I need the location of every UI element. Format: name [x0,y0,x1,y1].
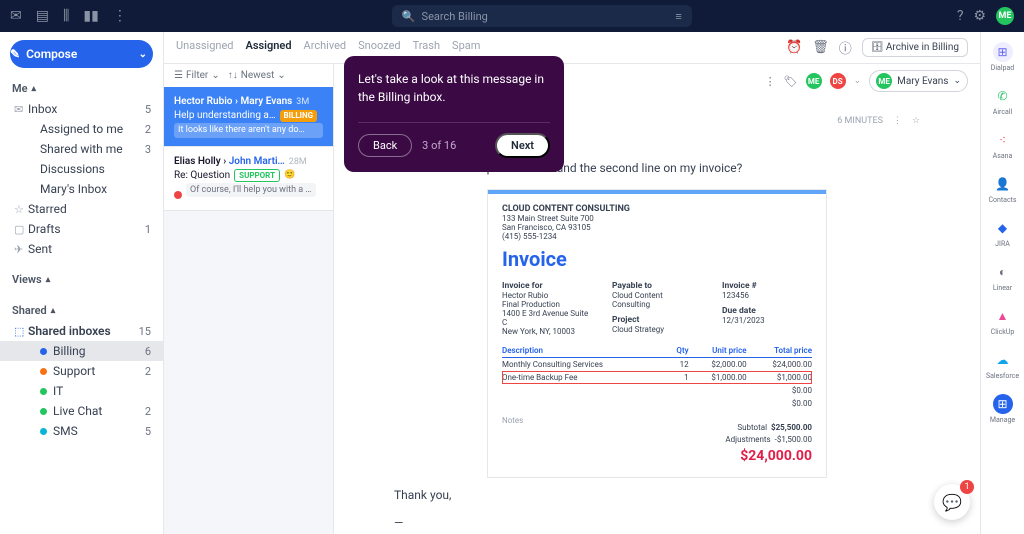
info-icon[interactable]: ⓘ [839,38,852,57]
dot-icon [40,408,47,415]
assignee-chip[interactable]: ME Mary Evans ⌄ [869,70,968,92]
sidebar: ✎ Compose ⌄ Me ▴ ✉Inbox5 Assigned to me2… [0,32,164,534]
sidebar-item-inbox[interactable]: ✉Inbox5 [0,99,163,119]
chat-fab[interactable]: 💬 1 [934,484,970,520]
chevron-down-icon: ⌄ [139,49,147,60]
sidebar-item-sms[interactable]: SMS5 [0,421,163,441]
tab-assigned[interactable]: Assigned [246,39,292,56]
tab-archived[interactable]: Archived [304,39,347,56]
sidebar-item-assigned-to-me[interactable]: Assigned to me2 [0,119,163,139]
signature-dash: — [394,516,920,530]
tab-snoozed[interactable]: Snoozed [358,39,400,56]
rail-app-asana[interactable]: ⁖Asana [993,130,1013,160]
top-bar: ✉ ▤ ⫼ ▮▮ ⋮ 🔍 Search Billing ≡ ? ⚙ ME [0,0,1024,32]
rail-app-clickup[interactable]: ▲ClickUp [991,306,1015,336]
invoice-attachment: CLOUD CONTENT CONSULTING 133 Main Street… [487,189,827,478]
dot-icon [40,348,47,355]
step-indicator: 3 of 16 [422,139,456,152]
sort-button[interactable]: ↑↓ Newest ⌄ [228,70,286,81]
dot-icon [40,388,47,395]
avatar-icon: ME [876,73,892,89]
sidebar-item-it[interactable]: IT [0,381,163,401]
more-icon[interactable]: ⋮ [893,116,902,126]
calendar-icon[interactable]: ▤ [36,8,49,24]
more-icon[interactable]: ⋮ [113,8,127,24]
rail-app-dialpad[interactable]: ⊞Dialpad [991,42,1015,72]
rail-app-salesforce[interactable]: ☁Salesforce [986,350,1019,380]
help-icon[interactable]: ? [957,8,964,24]
user-avatar[interactable]: ME [996,7,1014,25]
sent-icon: ✈ [14,243,23,256]
tag-icon[interactable]: 🏷 [784,75,798,88]
inbox-icon[interactable]: ✉ [10,8,22,24]
chevron-down-icon: ⌄ [953,76,961,86]
tab-unassigned[interactable]: Unassigned [176,39,234,56]
tab-spam[interactable]: Spam [452,39,480,56]
tab-trash[interactable]: Trash [413,39,440,56]
notification-badge: 1 [960,480,974,494]
sidebar-item-marys-inbox[interactable]: Mary's Inbox [0,179,163,199]
search-icon: 🔍 [402,10,416,23]
thread-list: ☰ Filter ⌄ ↑↓ Newest ⌄ Hector Rubio › Ma… [164,64,334,534]
thread-item[interactable]: Hector Rubio › Mary Evans3M Help underst… [164,87,333,147]
sidebar-item-discussions[interactable]: Discussions [0,159,163,179]
message-age: 6 MINUTES [837,116,883,126]
thread-item[interactable]: Elias Holly › John Marti…28M Re: Questio… [164,147,333,212]
status-dot-icon [174,191,182,199]
filter-button[interactable]: ☰ Filter ⌄ [174,70,220,81]
rail-app-contacts[interactable]: 👤Contacts [988,174,1016,204]
shared-inbox-icon: ⬚ [14,325,24,338]
archive-button[interactable]: 🗄 Archive in Billing [862,38,968,57]
me-section[interactable]: Me ▴ [0,78,163,99]
sidebar-item-starred[interactable]: ☆Starred [0,199,163,219]
rail-app-manage[interactable]: ⊞Manage [990,394,1015,424]
snooze-icon[interactable]: ⏰ [786,40,802,55]
settings-icon[interactable]: ⚙ [973,8,986,24]
rail-app-aircall[interactable]: ✆Aircall [993,86,1013,116]
analytics-icon[interactable]: ⫼ [63,8,69,24]
rail-app-linear[interactable]: ◐Linear [993,262,1013,292]
thread-preview: It looks like there aren't any do… [174,123,323,138]
next-button[interactable]: Next [495,133,550,158]
dot-icon [40,368,47,375]
billing-tag: BILLING [280,110,318,121]
sidebar-item-support[interactable]: Support2 [0,361,163,381]
chevron-down-icon[interactable]: ⌄ [854,76,862,86]
rail-app-jira[interactable]: ◆JIRA [993,218,1013,248]
views-section[interactable]: Views ▴ [0,269,163,290]
back-button[interactable]: Back [358,134,412,157]
more-icon[interactable]: ⋮ [765,75,776,88]
participant-avatar[interactable]: ME [806,73,822,89]
sidebar-item-drafts[interactable]: ▢Drafts1 [0,219,163,239]
dot-icon [40,428,47,435]
participant-avatar[interactable]: DS [830,73,846,89]
sidebar-item-live-chat[interactable]: Live Chat2 [0,401,163,421]
inbox-icon: ✉ [14,103,23,116]
inbox-tabs: Unassigned Assigned Archived Snoozed Tra… [176,39,480,56]
support-tag: SUPPORT [234,169,280,182]
sidebar-item-shared-with-me[interactable]: Shared with me3 [0,139,163,159]
shared-section[interactable]: Shared ▴ [0,300,163,321]
trash-icon[interactable]: 🗑 [812,40,829,55]
search-filter-icon[interactable]: ≡ [675,10,681,23]
app-rail: ⊞Dialpad ✆Aircall ⁖Asana 👤Contacts ◆JIRA… [980,32,1024,534]
draft-icon: ▢ [14,223,24,236]
kanban-icon[interactable]: ▮▮ [83,8,98,24]
sidebar-item-billing[interactable]: Billing6 [0,341,163,361]
message-thanks: Thank you, [394,488,920,502]
thread-preview: Of course, I'll help you with a d… [186,183,316,198]
onboarding-tooltip: Let's take a look at this message in the… [344,56,564,172]
compose-button[interactable]: ✎ Compose ⌄ [10,40,153,68]
search-input[interactable]: 🔍 Search Billing ≡ [392,5,692,27]
sidebar-item-sent[interactable]: ✈Sent [0,239,163,259]
onboarding-text: Let's take a look at this message in the… [358,70,550,106]
highlighted-row: One-time Backup Fee1$1,000.00$1,000.00 [502,371,812,384]
star-icon: ☆ [14,203,24,216]
compose-icon: ✎ [10,47,20,61]
sidebar-item-shared-inboxes[interactable]: ⬚Shared inboxes15 [0,321,163,341]
star-icon[interactable]: ☆ [912,116,920,126]
